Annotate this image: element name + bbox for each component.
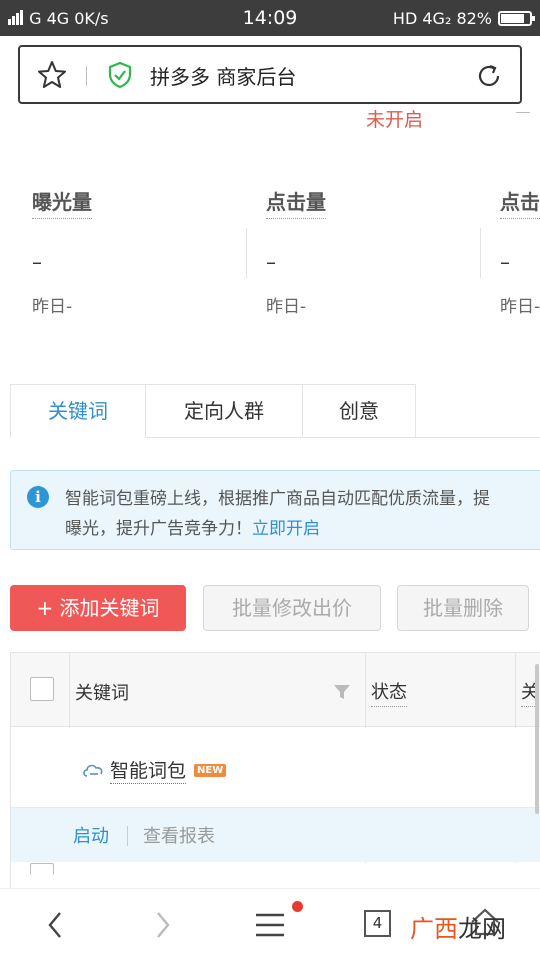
info-icon: i (27, 486, 49, 508)
menu-icon[interactable] (250, 907, 290, 943)
metric-value: – (266, 250, 276, 274)
table-header: 关键词 状态 关 (11, 653, 540, 727)
tab-bar: 关键词 定向人群 创意 (10, 384, 540, 438)
keyword-table: 关键词 状态 关 智能词包 NEW 启动 查看报表 (10, 652, 540, 888)
shield-check-icon (108, 62, 132, 88)
address-separator (86, 66, 87, 86)
smart-wordpack-notice: i 智能词包重磅上线，根据推广商品自动匹配优质流量，提 曝光，提升广告竞争力！立… (10, 470, 540, 550)
batch-edit-bid-button[interactable]: 批量修改出价 (203, 585, 381, 631)
table-row: 智能词包 NEW (11, 728, 540, 808)
metric-clicks: 点击量 – 昨日- (266, 186, 500, 326)
metric-yesterday: 昨日- (32, 297, 73, 317)
metric-yesterday: 昨日- (266, 297, 307, 317)
reload-icon[interactable] (474, 61, 504, 91)
batch-delete-button[interactable]: 批量删除 (397, 585, 529, 631)
metric-divider (246, 228, 247, 278)
metric-click-rate: 点击 – 昨日- (500, 186, 540, 326)
metric-value: – (32, 250, 42, 274)
forward-icon[interactable] (142, 907, 182, 943)
metric-yesterday: 昨日- (500, 297, 540, 317)
page-title[interactable]: 拼多多 商家后台 (150, 61, 296, 90)
status-cell: 未开启 (366, 109, 424, 131)
header-keyword: 关键词 (75, 683, 129, 704)
view-report-link[interactable]: 查看报表 (143, 822, 215, 848)
status-indicators: HD 4G₂ 82% (392, 9, 492, 28)
dash-placeholder (516, 112, 530, 113)
star-outline-icon[interactable] (36, 59, 68, 91)
tab-targeting[interactable]: 定向人群 (145, 384, 303, 438)
tab-keywords[interactable]: 关键词 (10, 384, 146, 438)
keyword-cell: 智能词包 NEW (81, 756, 227, 784)
new-badge: NEW (194, 763, 227, 777)
select-all-checkbox[interactable] (30, 677, 54, 701)
action-separator (127, 826, 128, 846)
row-checkbox[interactable] (30, 863, 54, 875)
start-link[interactable]: 启动 (73, 822, 109, 848)
add-keyword-button[interactable]: + 添加关键词 (10, 585, 186, 631)
scrollbar[interactable] (535, 664, 539, 814)
watermark-text-a: 广西 (410, 915, 458, 943)
header-status[interactable]: 状态 (371, 678, 407, 707)
watermark-text-b: 龙网 (458, 915, 506, 943)
keyword-name[interactable]: 智能词包 (110, 756, 187, 784)
notice-text-line1: 智能词包重磅上线，根据推广商品自动匹配优质流量，提 (65, 489, 490, 509)
notice-text: 曝光，提升广告竞争力！ (65, 519, 252, 539)
row-actions: 启动 查看报表 (11, 808, 540, 862)
tab-creative[interactable]: 创意 (302, 384, 416, 438)
filter-icon[interactable] (333, 683, 351, 701)
tabs-count-button[interactable]: 4 (364, 910, 391, 937)
cloud-wordpack-icon (83, 764, 103, 777)
metric-label[interactable]: 点击量 (266, 186, 326, 219)
notification-dot (292, 901, 303, 912)
metric-divider (480, 228, 481, 278)
status-bar: G 4G 0K/s 14:09 HD 4G₂ 82% (0, 0, 540, 36)
notice-text-line2: 曝光，提升广告竞争力！立即开启 (65, 514, 320, 539)
metric-label[interactable]: 点击 (500, 186, 540, 219)
metric-value: – (500, 250, 510, 274)
table-row (11, 863, 540, 888)
address-bar[interactable]: 拼多多 商家后台 (18, 45, 522, 104)
enable-now-link[interactable]: 立即开启 (252, 519, 320, 539)
battery-icon (498, 11, 535, 26)
metric-label[interactable]: 曝光量 (32, 186, 92, 219)
metric-impressions: 曝光量 – 昨日- (32, 186, 266, 326)
back-icon[interactable] (36, 907, 76, 943)
bottom-navigation: 4 广西龙网 (0, 888, 540, 960)
status-bar-right: HD 4G₂ 82% (392, 9, 535, 28)
watermark: 广西龙网 (410, 909, 506, 944)
